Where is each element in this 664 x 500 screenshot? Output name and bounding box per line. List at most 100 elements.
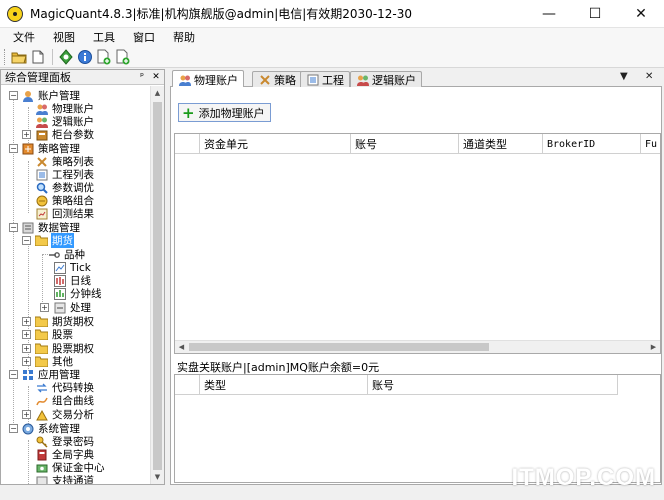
- toolbar-grip[interactable]: [4, 48, 7, 65]
- expand-icon[interactable]: +: [22, 330, 31, 339]
- tree-node-stocks[interactable]: + 股票: [22, 328, 74, 341]
- add-document-icon[interactable]: [95, 48, 113, 66]
- folder-icon: [35, 235, 48, 247]
- tree-node-futures[interactable]: − 期货: [22, 233, 74, 248]
- title-bar: MagicQuant4.8.3|标准|机构旗舰版@admin|电信|有效期203…: [0, 0, 664, 28]
- column-header-account[interactable]: 账号: [351, 134, 459, 154]
- menu-help[interactable]: 帮助: [166, 29, 202, 45]
- tree-scrollbar[interactable]: ▲ ▼: [150, 86, 164, 484]
- menu-window[interactable]: 窗口: [126, 29, 162, 45]
- strategy-icon: [258, 74, 271, 86]
- tree-line: [28, 107, 29, 145]
- collapse-icon[interactable]: −: [9, 91, 18, 100]
- column-header-truncated[interactable]: Fu: [641, 134, 660, 154]
- project-list-icon: [306, 74, 319, 86]
- accounts-hscrollbar[interactable]: ◀ ▶: [175, 340, 660, 353]
- open-folder-icon[interactable]: [10, 48, 28, 66]
- column-header-broker-id[interactable]: BrokerID: [543, 134, 641, 154]
- scroll-left-icon[interactable]: ◀: [175, 341, 188, 353]
- collapse-icon[interactable]: −: [9, 424, 18, 433]
- window-controls: — ☐ ✕: [526, 0, 664, 28]
- collapse-icon[interactable]: −: [9, 223, 18, 232]
- watermark-text: ITMOP.COM: [511, 464, 656, 491]
- tree-label: 组合曲线: [52, 395, 94, 407]
- menu-tools[interactable]: 工具: [86, 29, 122, 45]
- linked-table-header: 类型 账号: [175, 375, 618, 395]
- tab-label: 物理账户: [194, 73, 238, 87]
- tree-label: 分钟线: [70, 288, 102, 300]
- scroll-up-icon[interactable]: ▲: [151, 86, 164, 100]
- column-header-channel-type[interactable]: 通道类型: [459, 134, 543, 154]
- column-header-fund-unit[interactable]: 资金单元: [200, 134, 351, 154]
- tree-node-variety[interactable]: 品种: [42, 248, 86, 261]
- scroll-right-icon[interactable]: ▶: [647, 341, 660, 353]
- expand-icon[interactable]: +: [22, 344, 31, 353]
- refresh-icon[interactable]: [57, 48, 75, 66]
- project-list-icon: [35, 169, 48, 181]
- scroll-thumb[interactable]: [153, 102, 162, 470]
- tree-label: 回测结果: [52, 208, 94, 220]
- expand-icon[interactable]: +: [22, 130, 31, 139]
- tab-strip: 物理账户 策略 工程 逻辑账户 ▼ ✕: [170, 69, 662, 88]
- tree-node-process[interactable]: + 处理: [40, 301, 92, 314]
- column-header-type[interactable]: 类型: [200, 375, 368, 395]
- folder-icon: [35, 356, 48, 368]
- tree-label: 交易分析: [52, 409, 94, 421]
- collapse-icon[interactable]: −: [9, 370, 18, 379]
- accounts-table[interactable]: 资金单元 账号 通道类型 BrokerID Fu ◀ ▶: [174, 133, 661, 354]
- convert-icon: [35, 382, 48, 394]
- tree-node-trade-analysis[interactable]: + 交易分析: [22, 408, 95, 421]
- collapse-icon[interactable]: −: [9, 144, 18, 153]
- tab-label: 策略: [274, 73, 296, 87]
- panel-header: 综合管理面板 ᵖ ✕: [1, 70, 164, 85]
- tree-node-counter-params[interactable]: + 柜台参数: [22, 128, 95, 141]
- tree-label: 股票: [52, 329, 73, 341]
- tab-project[interactable]: 工程: [300, 71, 350, 87]
- menu-file[interactable]: 文件: [6, 29, 42, 45]
- app-logo-icon: [7, 5, 23, 22]
- accounts-table-header: 资金单元 账号 通道类型 BrokerID Fu: [175, 134, 660, 154]
- column-header-rowselector: [175, 134, 200, 154]
- maximize-button[interactable]: ☐: [572, 0, 618, 28]
- add-physical-account-button[interactable]: + 添加物理账户: [178, 103, 271, 122]
- pin-icon[interactable]: ᵖ: [136, 72, 148, 82]
- document-plus-icon[interactable]: [114, 48, 132, 66]
- tab-strategy[interactable]: 策略: [252, 71, 302, 87]
- data-icon: [21, 222, 34, 234]
- tab-close-icon[interactable]: ✕: [645, 71, 653, 82]
- menu-bar: 文件 视图 工具 窗口 帮助: [0, 28, 664, 46]
- expand-icon[interactable]: +: [22, 357, 31, 366]
- minimize-button[interactable]: —: [526, 0, 572, 28]
- channel-icon: [35, 475, 48, 484]
- tree-label: 柜台参数: [52, 129, 94, 141]
- tab-list-dropdown-icon[interactable]: ▼: [620, 71, 628, 82]
- expand-icon[interactable]: +: [22, 317, 31, 326]
- panel-close-icon[interactable]: ✕: [150, 72, 162, 82]
- magnifier-icon: [35, 182, 48, 194]
- menu-view[interactable]: 视图: [46, 29, 82, 45]
- analysis-icon: [35, 409, 48, 421]
- column-header-account[interactable]: 账号: [368, 375, 618, 395]
- tree-label: Tick: [70, 261, 91, 274]
- combine-icon: [35, 195, 48, 207]
- toolbar: [0, 46, 664, 68]
- folder-icon: [35, 343, 48, 355]
- tree-node-minute[interactable]: 分钟线: [53, 287, 103, 300]
- add-button-label: 添加物理账户: [198, 106, 265, 120]
- info-icon[interactable]: [76, 48, 94, 66]
- collapse-icon[interactable]: −: [22, 236, 31, 245]
- scroll-thumb[interactable]: [189, 343, 489, 351]
- scroll-down-icon[interactable]: ▼: [151, 470, 164, 484]
- tree-node-combo-curve[interactable]: 组合曲线: [35, 394, 95, 407]
- linked-accounts-label: 实盘关联账户|[admin]MQ账户余额=0元: [177, 361, 380, 374]
- tab-logical-account[interactable]: 逻辑账户: [350, 71, 422, 87]
- expand-icon[interactable]: +: [22, 410, 31, 419]
- tree-label: 处理: [70, 302, 91, 314]
- tree-node-backtest-result[interactable]: 回测结果: [35, 207, 95, 220]
- tree-line: [42, 254, 48, 255]
- tree-node-support-channel[interactable]: 支持通道: [35, 474, 95, 484]
- close-button[interactable]: ✕: [618, 0, 664, 28]
- expand-icon[interactable]: +: [40, 303, 49, 312]
- new-file-icon[interactable]: [29, 48, 47, 66]
- tab-physical-account[interactable]: 物理账户: [172, 70, 244, 88]
